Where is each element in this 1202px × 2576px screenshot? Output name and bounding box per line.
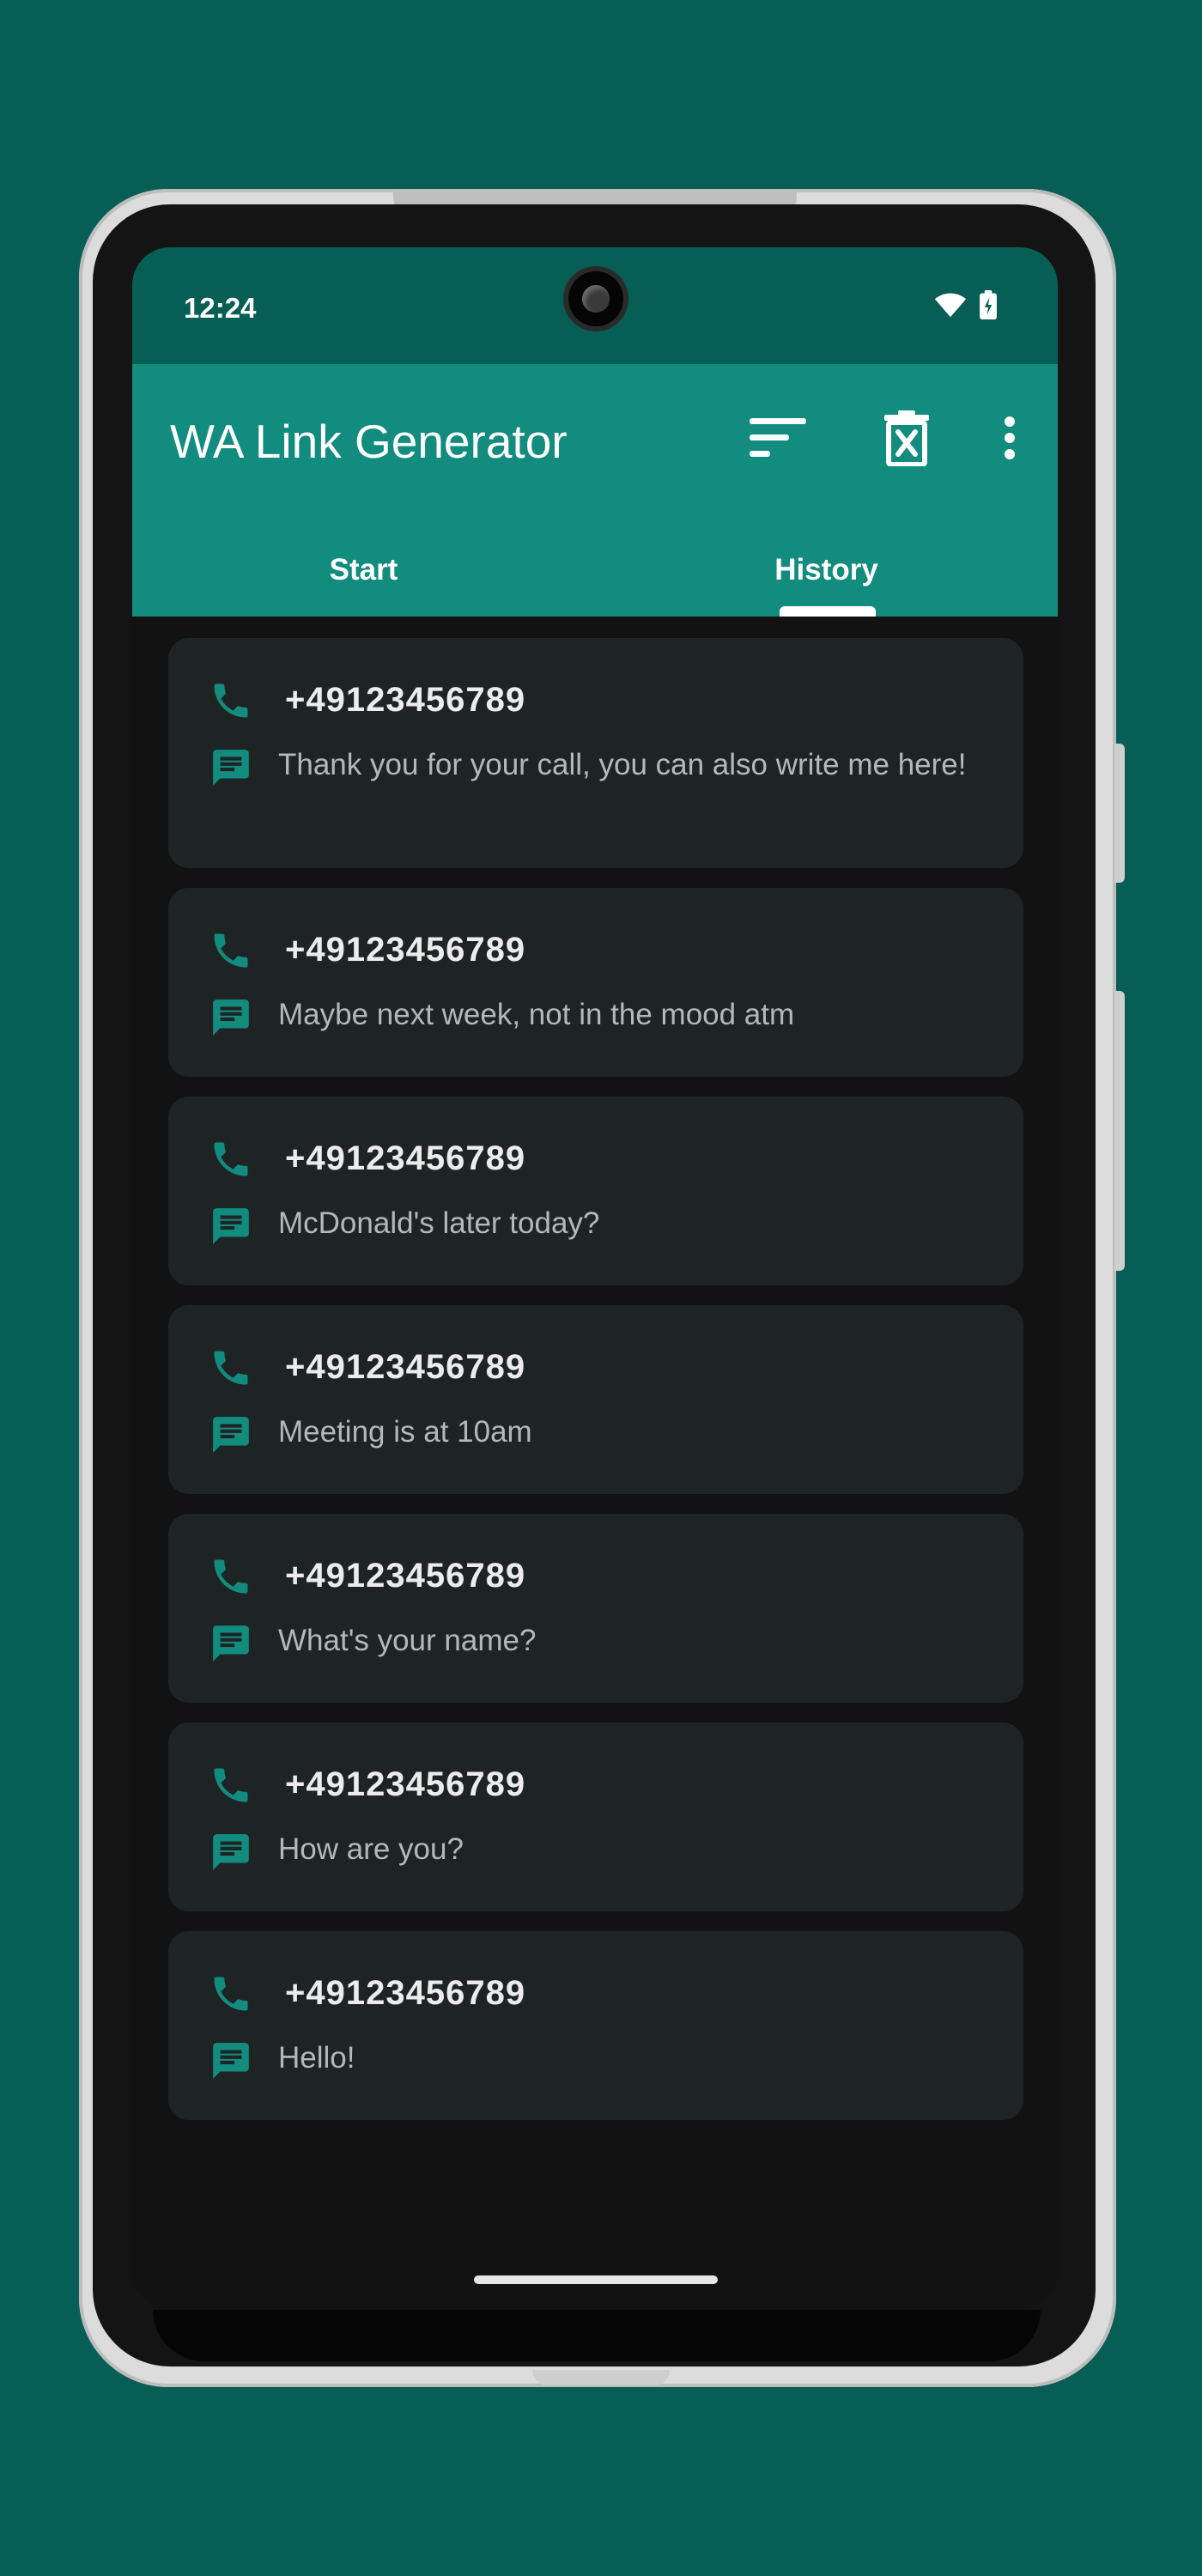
clear-history-icon	[883, 410, 930, 471]
app-bar: WA Link Generator Start History	[132, 364, 1058, 617]
history-card[interactable]: +49123456789 Maybe next week, not in the…	[168, 888, 1023, 1077]
message-icon	[208, 1620, 254, 1667]
status-time: 12:24	[184, 292, 257, 324]
message-text: Maybe next week, not in the mood atm	[278, 998, 795, 1031]
history-card[interactable]: +49123456789 Thank you for your call, yo…	[168, 638, 1023, 868]
front-camera	[568, 271, 623, 326]
history-list: +49123456789 Thank you for your call, yo…	[168, 638, 1023, 2140]
phone-icon	[208, 1136, 254, 1182]
history-card[interactable]: +49123456789 How are you?	[168, 1722, 1023, 1911]
message-text: Thank you for your call, you can also wr…	[278, 748, 967, 781]
phone-number: +49123456789	[285, 1348, 526, 1386]
history-card[interactable]: +49123456789 What's your name?	[168, 1514, 1023, 1703]
phone-icon	[208, 1762, 254, 1808]
phone-bottom-bezel	[153, 2310, 1041, 2361]
phone-screen: 12:24 WA Link Generator Start History +4…	[132, 247, 1058, 2310]
power-button	[1114, 744, 1125, 883]
message-icon	[208, 744, 254, 791]
status-bar: 12:24	[132, 247, 1058, 364]
history-card[interactable]: +49123456789 Meeting is at 10am	[168, 1305, 1023, 1494]
more-vert-icon	[1003, 416, 1017, 464]
phone-number: +49123456789	[285, 1765, 526, 1803]
message-text: Hello!	[278, 2041, 355, 2075]
gesture-navigation-bar[interactable]	[474, 2275, 718, 2284]
phone-number: +49123456789	[285, 1974, 526, 2012]
volume-button	[1114, 991, 1125, 1271]
phone-icon	[208, 1971, 254, 2017]
wifi-icon	[934, 292, 967, 322]
phone-number: +49123456789	[285, 1139, 526, 1177]
phone-icon	[208, 927, 254, 974]
more-options-button[interactable]	[974, 404, 1046, 476]
phone-number: +49123456789	[285, 931, 526, 969]
message-text: Meeting is at 10am	[278, 1415, 532, 1449]
phone-icon	[208, 677, 254, 724]
tab-start[interactable]: Start	[132, 536, 595, 617]
message-icon	[208, 994, 254, 1041]
phone-icon	[208, 1553, 254, 1600]
history-card[interactable]: +49123456789 McDonald's later today?	[168, 1097, 1023, 1285]
phone-number: +49123456789	[285, 1557, 526, 1595]
sort-button[interactable]	[742, 404, 814, 476]
message-text: How are you?	[278, 1832, 464, 1866]
phone-bottom-edge	[532, 2370, 670, 2385]
phone-icon	[208, 1345, 254, 1391]
clear-history-button[interactable]	[871, 404, 943, 476]
tab-start-label: Start	[329, 553, 398, 586]
phone-number: +49123456789	[285, 681, 526, 719]
message-icon	[208, 1829, 254, 1875]
app-title: WA Link Generator	[170, 415, 568, 468]
message-icon	[208, 1203, 254, 1249]
status-icons	[934, 290, 998, 324]
message-icon	[208, 2038, 254, 2084]
message-text: What's your name?	[278, 1624, 537, 1657]
message-text: McDonald's later today?	[278, 1206, 600, 1240]
battery-charging-icon	[979, 290, 998, 324]
tab-indicator	[780, 606, 876, 617]
sort-icon	[750, 416, 806, 464]
message-icon	[208, 1412, 254, 1458]
history-card[interactable]: +49123456789 Hello!	[168, 1931, 1023, 2120]
tab-history[interactable]: History	[595, 536, 1058, 617]
tab-history-label: History	[774, 553, 878, 586]
